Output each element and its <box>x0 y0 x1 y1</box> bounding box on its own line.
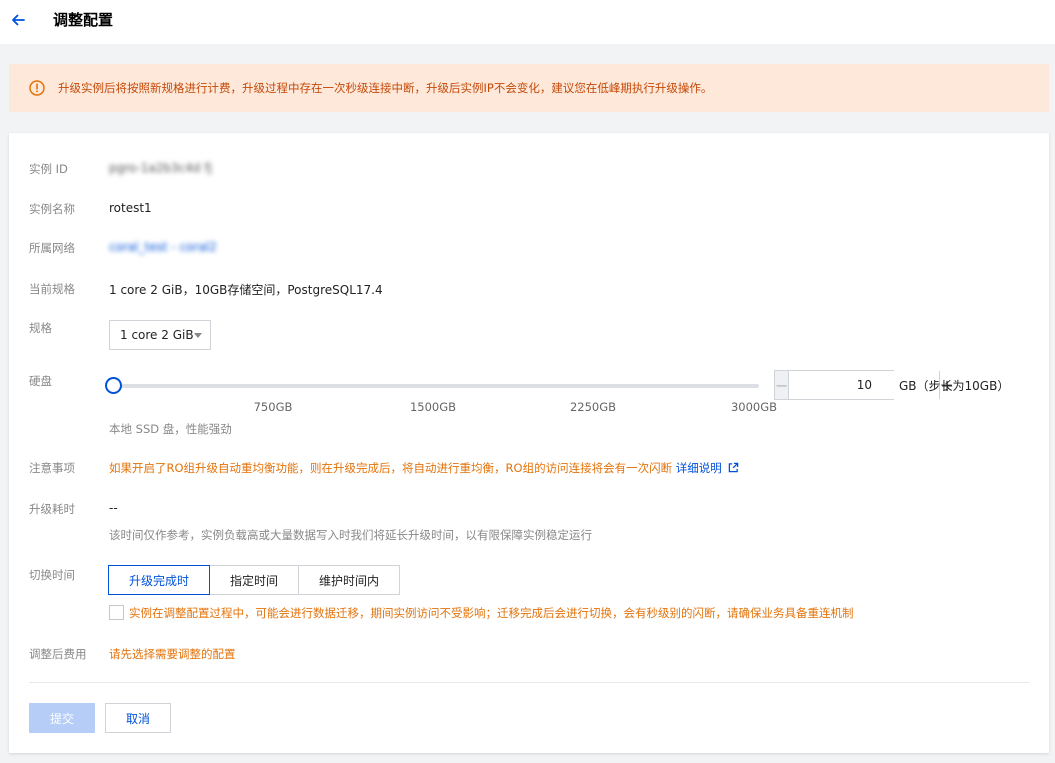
network-link[interactable]: coral_test - coral2 <box>109 240 217 254</box>
slider-tick-label: 3000GB <box>730 400 778 414</box>
slider-tick-label: 750GB <box>253 400 293 414</box>
cost-label: 调整后费用 <box>29 647 87 661</box>
external-link-icon <box>729 462 739 473</box>
acknowledge-checkbox[interactable] <box>109 605 124 620</box>
slider-tick-label: 2250GB <box>569 400 617 414</box>
tab-upgrade-complete[interactable]: 升级完成时 <box>108 565 211 595</box>
disk-label: 硬盘 <box>29 374 52 388</box>
upgrade-notice: 升级实例后将按照新规格进行计费，升级过程中存在一次秒级连接中断，升级后实例IP不… <box>9 64 1049 112</box>
cost-value: 请先选择需要调整的配置 <box>109 647 236 661</box>
back-arrow-icon[interactable] <box>8 10 28 30</box>
notes-text-row: 如果开启了RO组升级自动重均衡功能，则在升级完成后，将自动进行重均衡，RO组的访… <box>109 460 739 476</box>
top-bar: 调整配置 <box>0 0 1055 44</box>
instance-name-label: 实例名称 <box>29 202 75 216</box>
minus-icon[interactable]: − <box>775 371 790 399</box>
slider-tick-label: 1500GB <box>409 400 457 414</box>
current-spec-value: 1 core 2 GiB，10GB存储空间，PostgreSQL17.4 <box>109 283 383 297</box>
caret-down-icon <box>194 333 202 338</box>
switch-time-tabs: 升级完成时 指定时间 维护时间内 <box>108 565 401 595</box>
notes-label: 注意事项 <box>29 461 75 475</box>
current-spec-label: 当前规格 <box>29 282 75 296</box>
warning-icon <box>29 80 45 96</box>
acknowledge-text: 实例在调整配置过程中，可能会进行数据迁移，期间实例访问不受影响；迁移完成后会进行… <box>129 606 854 620</box>
network-label: 所属网络 <box>29 241 75 255</box>
notes-text: 如果开启了RO组升级自动重均衡功能，则在升级完成后，将自动进行重均衡，RO组的访… <box>109 461 673 475</box>
page-title: 调整配置 <box>53 11 114 29</box>
disk-size-stepper: − + <box>774 370 954 400</box>
details-link-label: 详细说明 <box>675 461 722 475</box>
spec-select[interactable]: 1 core 2 GiB <box>109 320 211 350</box>
tab-maintenance-window[interactable]: 维护时间内 <box>298 565 401 595</box>
upgrade-time-label: 升级耗时 <box>29 502 75 516</box>
submit-button[interactable]: 提交 <box>29 703 95 733</box>
upgrade-time-value: -- <box>109 501 118 515</box>
instance-id-value: pgro-1a2b3c4d fj <box>109 161 212 175</box>
switch-time-label: 切换时间 <box>29 568 75 582</box>
disk-slider-handle[interactable] <box>105 377 122 394</box>
disk-slider-track[interactable] <box>117 384 759 388</box>
upgrade-time-hint: 该时间仅作参考，实例负载高或大量数据写入时我们将延长升级时间，以有限保障实例稳定… <box>109 528 592 542</box>
divider <box>29 682 1029 683</box>
tab-specified-time[interactable]: 指定时间 <box>209 565 300 595</box>
notice-text: 升级实例后将按照新规格进行计费，升级过程中存在一次秒级连接中断，升级后实例IP不… <box>58 81 713 95</box>
spec-selected-value: 1 core 2 GiB <box>120 328 194 342</box>
details-link[interactable]: 详细说明 <box>676 461 740 475</box>
disk-hint: 本地 SSD 盘，性能强劲 <box>109 422 232 436</box>
spec-label: 规格 <box>29 321 52 335</box>
disk-unit-label: GB（步长为10GB） <box>899 379 1010 393</box>
config-form: 实例 ID pgro-1a2b3c4d fj 实例名称 rotest1 所属网络… <box>9 133 1049 753</box>
instance-name-value: rotest1 <box>109 201 152 215</box>
cancel-button[interactable]: 取消 <box>105 703 171 733</box>
instance-id-label: 实例 ID <box>29 162 68 176</box>
